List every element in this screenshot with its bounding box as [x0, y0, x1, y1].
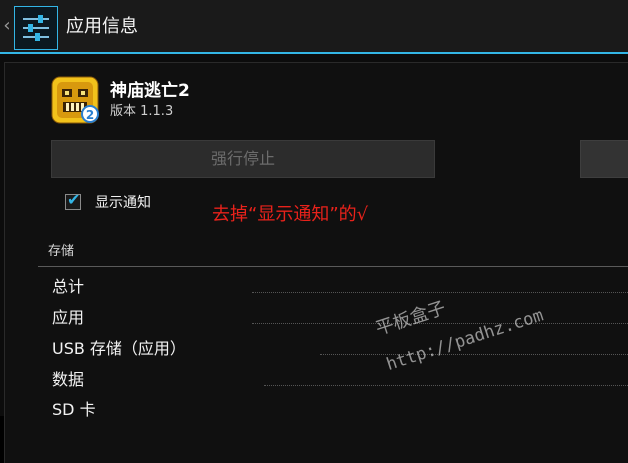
storage-row-total: 总计 [52, 277, 85, 296]
row-dots [320, 354, 628, 356]
annotation-text: 去掉“显示通知”的√ [212, 204, 369, 225]
row-dots [252, 323, 628, 325]
svg-text:2: 2 [86, 108, 94, 122]
app-version: 版本 1.1.3 [110, 104, 174, 119]
storage-section-header: 存储 [48, 244, 75, 259]
page-title: 应用信息 [66, 16, 138, 37]
row-dots [264, 385, 628, 387]
section-divider [38, 266, 628, 267]
uninstall-button[interactable] [580, 140, 628, 178]
storage-row-data: 数据 [52, 370, 85, 389]
force-stop-button[interactable]: 强行停止 [51, 140, 435, 178]
storage-row-usb: USB 存储（应用） [52, 339, 186, 358]
settings-sliders-icon[interactable] [14, 6, 58, 50]
storage-row-sdcard: SD 卡 [52, 400, 96, 419]
checkmark-icon: ✔ [67, 190, 81, 209]
temple-run-2-icon: 2 [51, 76, 99, 124]
action-bar: ‹ 应用信息 [0, 0, 628, 54]
storage-row-app: 应用 [52, 308, 85, 327]
app-name: 神庙逃亡2 [110, 81, 190, 101]
show-notifications-label: 显示通知 [95, 195, 151, 211]
show-notifications-checkbox[interactable]: ✔ [65, 190, 81, 210]
back-chevron-icon[interactable]: ‹ [2, 14, 12, 38]
